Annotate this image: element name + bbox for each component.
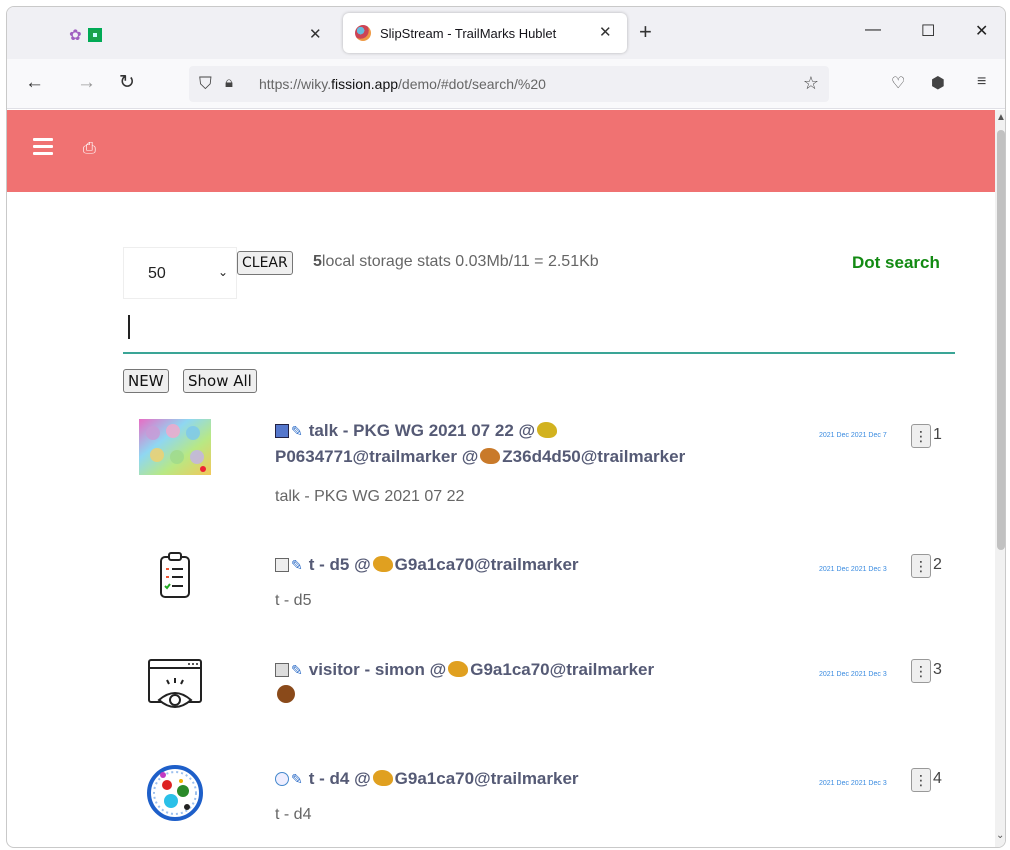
item-index: 4 — [933, 770, 942, 787]
browser-window: ✿ ✕ SlipStream - TrailMarks Hublet ✕ + —… — [6, 6, 1006, 848]
tiger-emoji-icon — [448, 661, 469, 677]
text-cursor — [128, 315, 130, 339]
vertical-scrollbar[interactable]: ▲ ⌄ — [995, 110, 1005, 847]
url-bar[interactable]: ⛉ 🔒︎ https://wiky.fission.app/demo/#dot/… — [189, 66, 829, 102]
item-subtitle: t - d4 — [275, 806, 312, 823]
dots-type-icon — [275, 772, 289, 786]
item-date: 2021 Dec 2021 Dec 7 — [819, 432, 887, 439]
clipboard-type-icon — [275, 558, 289, 572]
item-menu-button[interactable]: ⋮ — [911, 554, 931, 578]
list-item[interactable]: ✎ talk - PKG WG 2021 07 22 @ P0634771@tra… — [123, 413, 963, 523]
item-subtitle: talk - PKG WG 2021 07 22 — [275, 488, 465, 505]
menu-hamburger-icon[interactable]: ≡ — [977, 73, 986, 91]
storage-stats: 5local storage stats 0.03Mb/11 = 2.51Kb — [313, 253, 599, 270]
list-item[interactable]: ✎ t - d5 @ G9a1ca70@trailmarker t - d5 202… — [123, 547, 963, 647]
turtle-emoji-icon — [537, 422, 558, 438]
list-item[interactable]: ✎ t - d4 @ G9a1ca70@trailmarker t - d4 202… — [123, 761, 963, 847]
minimize-button[interactable]: — — [865, 21, 881, 39]
page-size-value: 50 — [148, 265, 166, 282]
browser-type-icon — [275, 663, 289, 677]
tiger-emoji-icon — [372, 556, 393, 572]
list-item[interactable]: ✎ visitor - simon @ G9a1ca70@trailmarker 2… — [123, 652, 963, 752]
mode-label: Dot search — [852, 253, 940, 272]
tab-strip: ✿ ✕ SlipStream - TrailMarks Hublet ✕ + —… — [7, 7, 1005, 59]
item-index: 3 — [933, 661, 942, 678]
edit-pencil-icon[interactable]: ✎ — [291, 423, 303, 439]
monkey-emoji-icon — [277, 685, 295, 703]
page-size-select[interactable]: 50 ⌄ — [123, 247, 237, 299]
item-menu-button[interactable]: ⋮ — [911, 424, 931, 448]
close-tab-icon[interactable]: ✕ — [599, 23, 612, 41]
raccoon-emoji-icon — [480, 448, 501, 464]
tiger-emoji-icon — [372, 770, 393, 786]
shield-icon[interactable]: ⛉ — [199, 74, 212, 94]
slipstream-favicon-icon — [355, 25, 371, 41]
item-date: 2021 Dec 2021 Dec 3 — [819, 780, 887, 787]
extension-cube-icon[interactable]: ⬢ — [931, 73, 945, 93]
search-input[interactable] — [123, 314, 955, 354]
new-button[interactable]: NEW — [123, 369, 169, 393]
dots-circle-icon[interactable] — [137, 761, 213, 825]
item-menu-button[interactable]: ⋮ — [911, 659, 931, 683]
item-title[interactable]: ✎ visitor - simon @ G9a1ca70@trailmarker — [275, 657, 795, 709]
tab-title: SlipStream - TrailMarks Hublet — [380, 25, 557, 41]
scrollbar-thumb[interactable] — [997, 130, 1005, 550]
item-subtitle: t - d5 — [275, 592, 312, 609]
scroll-down-icon[interactable]: ⌄ — [996, 830, 1004, 841]
image-type-icon — [275, 424, 289, 438]
tab-inactive[interactable]: ✿ ✕ — [69, 15, 339, 55]
clear-button[interactable]: CLEAR — [237, 251, 293, 275]
clipboard-checklist-icon[interactable] — [137, 547, 213, 611]
reload-icon[interactable]: ↻ — [119, 73, 135, 93]
close-tab-icon[interactable]: ✕ — [309, 25, 322, 43]
item-title[interactable]: ✎ t - d5 @ G9a1ca70@trailmarker — [275, 552, 795, 578]
navigation-toolbar: ← → ↻ ⛉ 🔒︎ https://wiky.fission.app/demo… — [7, 59, 1005, 109]
green-square-app-icon — [87, 28, 102, 42]
pocket-icon[interactable]: ♡ — [891, 73, 905, 93]
share-icon[interactable]: ⎙ — [83, 140, 96, 158]
edit-pencil-icon[interactable]: ✎ — [291, 771, 303, 787]
item-date: 2021 Dec 2021 Dec 3 — [819, 671, 887, 678]
bookmark-star-icon[interactable]: ☆ — [803, 73, 819, 94]
page-viewport: ⎙ ▲ ⌄ 50 ⌄ CLEAR 5local storage stats 0.… — [7, 110, 1005, 847]
tab-slipstream[interactable]: SlipStream - TrailMarks Hublet ✕ — [343, 13, 627, 53]
close-window-button[interactable]: ✕ — [975, 21, 988, 41]
item-title[interactable]: ✎ talk - PKG WG 2021 07 22 @ P0634771@tra… — [275, 418, 795, 470]
item-index: 2 — [933, 556, 942, 573]
show-all-button[interactable]: Show All — [183, 369, 257, 393]
edit-pencil-icon[interactable]: ✎ — [291, 662, 303, 678]
browser-eye-icon[interactable] — [137, 652, 213, 716]
app-header: ⎙ — [7, 110, 995, 192]
lock-icon[interactable]: 🔒︎ — [225, 74, 233, 91]
item-date: 2021 Dec 2021 Dec 3 — [819, 566, 887, 573]
back-arrow-icon[interactable]: ← — [25, 73, 44, 93]
forward-arrow-icon[interactable]: → — [77, 73, 96, 93]
flower-app-icon: ✿ — [69, 27, 82, 44]
item-index: 1 — [933, 426, 942, 443]
maximize-button[interactable]: ☐ — [921, 21, 935, 41]
item-menu-button[interactable]: ⋮ — [911, 768, 931, 792]
new-tab-button[interactable]: + — [639, 21, 652, 43]
edit-pencil-icon[interactable]: ✎ — [291, 557, 303, 573]
chevron-down-icon: ⌄ — [218, 265, 229, 279]
item-title[interactable]: ✎ t - d4 @ G9a1ca70@trailmarker — [275, 766, 795, 792]
url-text[interactable]: https://wiky.fission.app/demo/#dot/searc… — [259, 76, 546, 92]
hamburger-menu-icon[interactable] — [33, 138, 53, 159]
slide-thumbnail-image[interactable] — [137, 413, 213, 477]
scroll-up-icon[interactable]: ▲ — [996, 112, 1005, 123]
